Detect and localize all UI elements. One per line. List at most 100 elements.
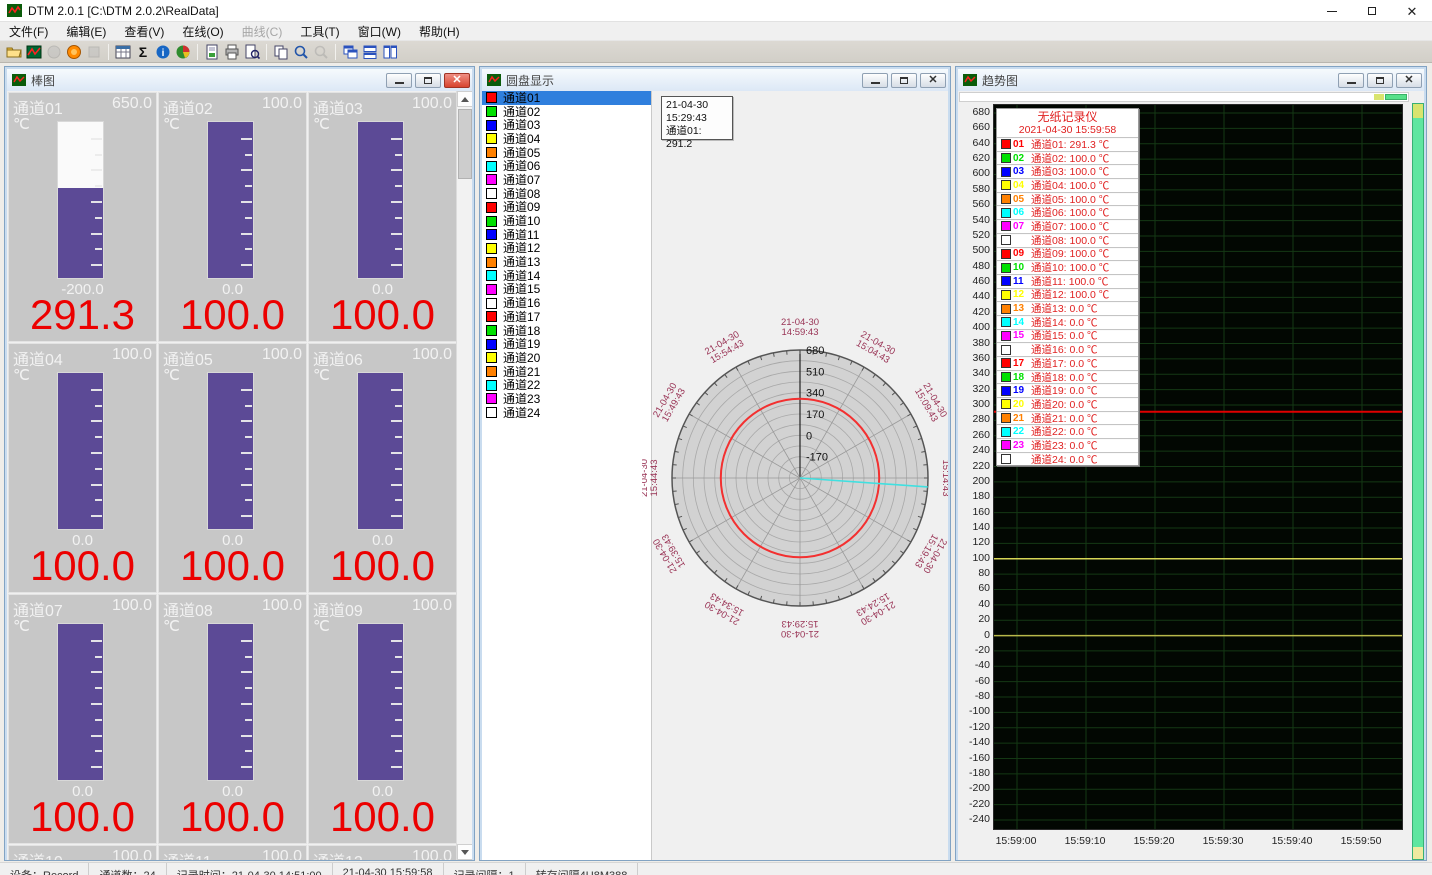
- bar-window-scrollbar[interactable]: [456, 91, 472, 860]
- menu-item[interactable]: 编辑(E): [57, 21, 115, 42]
- export-page-icon[interactable]: [202, 43, 222, 61]
- channel-list-item[interactable]: 通道21: [482, 365, 651, 379]
- channel-list-item[interactable]: 通道16: [482, 296, 651, 310]
- legend-row: 09通道09: 100.0 ℃: [997, 247, 1138, 261]
- channel-list-item[interactable]: 通道10: [482, 214, 651, 228]
- channel-list-item[interactable]: 通道17: [482, 310, 651, 324]
- menu-item[interactable]: 文件(F): [0, 21, 57, 42]
- copy-icon[interactable]: [271, 43, 291, 61]
- trend-window-maximize-button[interactable]: [1367, 73, 1393, 88]
- sum-sigma-icon[interactable]: Σ: [133, 43, 153, 61]
- range-max: 100.0: [112, 597, 152, 621]
- channel-list-item[interactable]: 通道08: [482, 187, 651, 201]
- trend-window-title: 趋势图: [982, 72, 1335, 89]
- channel-list-item[interactable]: 通道01: [482, 91, 651, 105]
- minimize-button[interactable]: [1312, 0, 1352, 22]
- channel-list-item[interactable]: 通道02: [482, 105, 651, 119]
- bar-gauge-cell: 通道10100.0℃0.0100.0: [8, 845, 157, 860]
- y-axis-tick-label: 40: [958, 599, 990, 609]
- channel-list-label: 通道13: [503, 256, 540, 268]
- scroll-down-arrow-icon[interactable]: [457, 844, 472, 860]
- channel-color-swatch: [486, 216, 497, 227]
- tile-vertical-icon[interactable]: [380, 43, 400, 61]
- channel-list-item[interactable]: 通道24: [482, 406, 651, 420]
- channel-list-item[interactable]: 通道05: [482, 146, 651, 160]
- data-table-icon[interactable]: [113, 43, 133, 61]
- statistics-pie-icon[interactable]: [173, 43, 193, 61]
- channel-value: 100.0: [309, 542, 456, 590]
- range-max: 100.0: [412, 95, 452, 119]
- channel-value: 100.0: [159, 291, 306, 339]
- legend-channel-number: 05: [1013, 194, 1031, 205]
- bar-gauge-cell: 通道01650.0℃-200.0291.3: [8, 92, 157, 342]
- channel-list-item[interactable]: 通道12: [482, 242, 651, 256]
- disc-window-maximize-button[interactable]: [891, 73, 917, 88]
- v-scrollbar-thumb[interactable]: [1413, 104, 1423, 118]
- legend-channel-number: 18: [1013, 372, 1031, 383]
- svg-text:21-04-3015:49:43: 21-04-3015:49:43: [651, 381, 688, 424]
- bar-window-maximize-button[interactable]: [415, 73, 441, 88]
- svg-text:510: 510: [806, 366, 824, 378]
- legend-color-swatch: [1001, 345, 1011, 355]
- menu-item[interactable]: 查看(V): [115, 21, 173, 42]
- legend-color-swatch: [1001, 317, 1011, 327]
- open-folder-icon[interactable]: [4, 43, 24, 61]
- legend-color-swatch: [1001, 194, 1011, 204]
- bar-window-minimize-button[interactable]: [386, 73, 412, 88]
- channel-list-item[interactable]: 通道13: [482, 255, 651, 269]
- channel-list-item[interactable]: 通道09: [482, 201, 651, 215]
- tile-horizontal-icon[interactable]: [360, 43, 380, 61]
- unit-label: ℃: [163, 366, 180, 384]
- legend-row: 15通道15: 0.0 ℃: [997, 329, 1138, 343]
- channel-list-label: 通道02: [503, 106, 540, 118]
- trend-window-close-button[interactable]: ✕: [1396, 73, 1422, 88]
- legend-channel-number: 19: [1013, 385, 1031, 396]
- channel-list-item[interactable]: 通道14: [482, 269, 651, 283]
- channel-list-label: 通道07: [503, 174, 540, 186]
- channel-list-item[interactable]: 通道19: [482, 337, 651, 351]
- print-preview-icon[interactable]: [242, 43, 262, 61]
- channel-list-item[interactable]: 通道06: [482, 159, 651, 173]
- legend-channel-value: 通道24: 0.0 ℃: [1031, 452, 1098, 467]
- channel-list-item[interactable]: 通道22: [482, 378, 651, 392]
- channel-list-item[interactable]: 通道07: [482, 173, 651, 187]
- channel-list-item[interactable]: 通道20: [482, 351, 651, 365]
- scrollbar-thumb[interactable]: [458, 109, 472, 179]
- zoom-icon[interactable]: [291, 43, 311, 61]
- disc-window-minimize-button[interactable]: [862, 73, 888, 88]
- menu-item[interactable]: 工具(T): [291, 21, 348, 42]
- y-axis-tick-label: 160: [958, 507, 990, 517]
- realtime-data-icon[interactable]: [24, 43, 44, 61]
- disc-window-close-button[interactable]: ✕: [920, 73, 946, 88]
- svg-text:21-04-3015:34:43: 21-04-3015:34:43: [703, 590, 746, 627]
- x-axis-tick-label: 15:59:00: [986, 835, 1046, 847]
- channel-list-item[interactable]: 通道11: [482, 228, 651, 242]
- svg-text:21-04-3014:59:43: 21-04-3014:59:43: [781, 317, 819, 338]
- close-button[interactable]: ✕: [1392, 0, 1432, 22]
- channel-list-item[interactable]: 通道03: [482, 118, 651, 132]
- menu-item[interactable]: 在线(O): [173, 21, 232, 42]
- bar-window-close-button[interactable]: ✕: [444, 73, 470, 88]
- trend-window-minimize-button[interactable]: [1338, 73, 1364, 88]
- x-axis-tick-label: 15:59:30: [1193, 835, 1253, 847]
- menu-item[interactable]: 帮助(H): [410, 21, 469, 42]
- legend-channel-number: 06: [1013, 207, 1031, 218]
- trend-horizontal-scrollbar[interactable]: [959, 92, 1409, 102]
- y-axis-tick-label: 560: [958, 199, 990, 209]
- channel-list-item[interactable]: 通道18: [482, 324, 651, 338]
- menu-item[interactable]: 窗口(W): [349, 21, 410, 42]
- channel-list-item[interactable]: 通道23: [482, 392, 651, 406]
- trend-vertical-scrollbar[interactable]: [1412, 103, 1424, 860]
- info-icon[interactable]: i: [153, 43, 173, 61]
- legend-row: 19通道19: 0.0 ℃: [997, 383, 1138, 397]
- restore-button[interactable]: [1352, 0, 1392, 22]
- h-scrollbar-thumb[interactable]: [1385, 94, 1407, 100]
- legend-channel-number: 14: [1013, 317, 1031, 328]
- cascade-windows-icon[interactable]: [340, 43, 360, 61]
- scroll-up-arrow-icon[interactable]: [457, 91, 472, 107]
- record-icon[interactable]: [64, 43, 84, 61]
- channel-list-item[interactable]: 通道15: [482, 283, 651, 297]
- y-axis-tick-label: 220: [958, 461, 990, 471]
- printer-icon[interactable]: [222, 43, 242, 61]
- channel-list-item[interactable]: 通道04: [482, 132, 651, 146]
